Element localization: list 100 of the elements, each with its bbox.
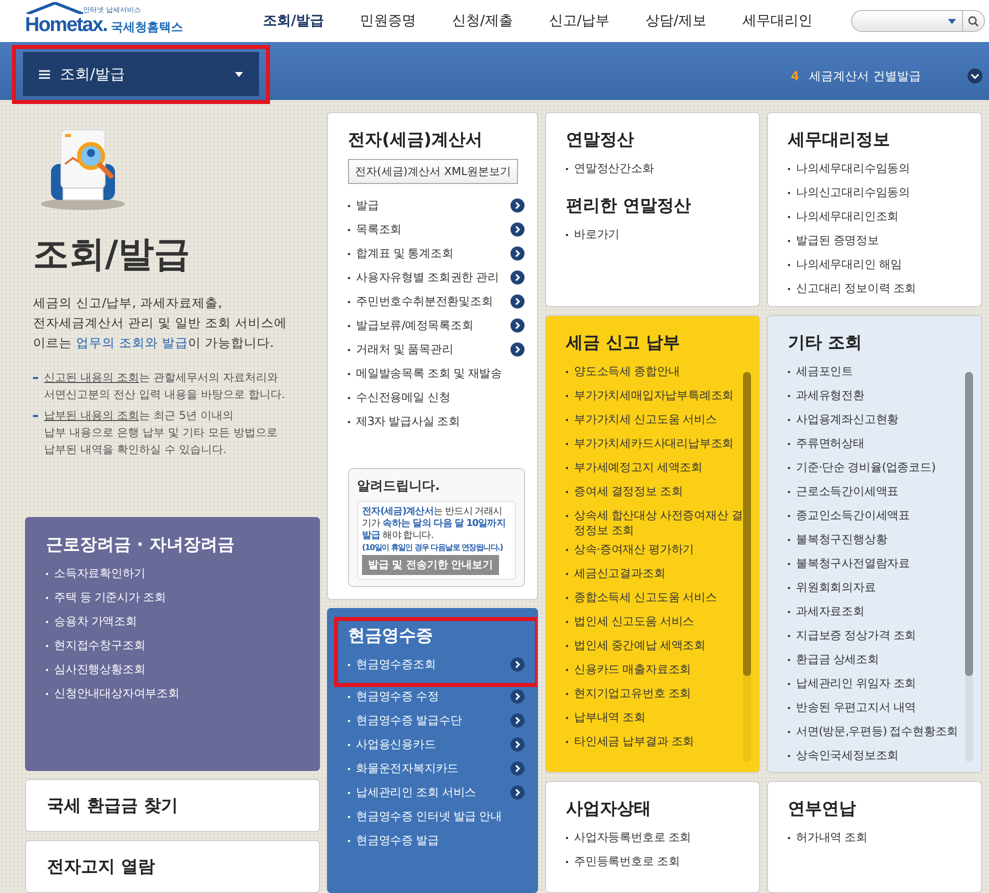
- menu-item[interactable]: 법인세 신고도움 서비스: [566, 610, 747, 634]
- menu-item[interactable]: 사용자유형별 조회권한 관리: [348, 266, 525, 290]
- menu-item[interactable]: 승용차 가액조회: [46, 610, 307, 634]
- menu-item[interactable]: 합계표 및 통계조회: [348, 242, 525, 266]
- menu-item[interactable]: 부가세예정고지 세액조회: [566, 456, 747, 480]
- menu-item[interactable]: 수신전용메일 신청: [348, 386, 525, 410]
- menu-item[interactable]: 발급보류/예정목록조회: [348, 314, 525, 338]
- nav-tab[interactable]: 민원증명: [342, 12, 434, 30]
- chevron-circle-icon: [510, 198, 525, 213]
- menu-item[interactable]: 사업용신용카드: [348, 733, 525, 757]
- menu-item[interactable]: 불복청구진행상황: [788, 528, 969, 552]
- card-title: 근로장려금 · 자녀장려금: [46, 534, 236, 556]
- menu-item[interactable]: 발급: [348, 194, 525, 218]
- menu-item[interactable]: 주택 등 기준시가 조회: [46, 586, 307, 610]
- menu-item[interactable]: 부가가치세 신고도움 서비스: [566, 408, 747, 432]
- menu-item[interactable]: 거래처 및 품목관리: [348, 338, 525, 362]
- menu-item[interactable]: 종합소득세 신고도움 서비스: [566, 586, 747, 610]
- card-title: 기타 조회: [788, 332, 863, 354]
- menu-item[interactable]: 나의신고대리수임동의: [788, 181, 969, 205]
- menu-item[interactable]: 심사진행상황조회: [46, 658, 307, 682]
- menu-icon: [39, 70, 50, 78]
- link-card[interactable]: 국세 환급금 찾기: [25, 779, 320, 832]
- notice-note: (10일이 휴일인 경우 다음날로 연장됩니다.): [362, 542, 504, 553]
- chevron-circle-icon: [510, 246, 525, 261]
- menu-item[interactable]: 반송된 우편고지서 내역: [788, 696, 969, 720]
- menu-item[interactable]: 바로가기: [566, 223, 747, 247]
- menu-item[interactable]: 상속인국세정보조회: [788, 744, 969, 768]
- link-card[interactable]: 전자고지 열람: [25, 840, 320, 893]
- chevron-circle-icon: [510, 270, 525, 285]
- menu-item[interactable]: 신청안내대상자여부조회: [46, 682, 307, 706]
- menu-item[interactable]: 납세관리인 조회 서비스: [348, 781, 525, 805]
- menu-item[interactable]: 부가가치세매입자납부특례조회: [566, 384, 747, 408]
- chevron-circle-icon: [510, 318, 525, 333]
- menu-item[interactable]: 목록조회: [348, 218, 525, 242]
- menu-item[interactable]: 서면(방문,우편등) 접수현황조회: [788, 720, 969, 744]
- menu-item[interactable]: 메일발송목록 조회 및 재발송: [348, 362, 525, 386]
- menu-dropdown[interactable]: 조회/발급: [23, 52, 259, 96]
- nav-tab[interactable]: 신고/납부: [530, 12, 628, 30]
- menu-item[interactable]: 연말정산간소화: [566, 157, 747, 181]
- menu-item[interactable]: 나의세무대리인조회: [788, 205, 969, 229]
- card-title: 사업자상태: [566, 798, 652, 820]
- chevron-circle-icon: [510, 294, 525, 309]
- menu-item[interactable]: 나의세무대리수임동의: [788, 157, 969, 181]
- menu-item[interactable]: 상속세 합산대상 사전증여재산 결정정보 조회: [566, 504, 747, 538]
- menu-item[interactable]: 화물운전자복지카드: [348, 757, 525, 781]
- menu-item[interactable]: 납세관리인 위임자 조회: [788, 672, 969, 696]
- search-field[interactable]: [851, 10, 985, 32]
- menu-item[interactable]: 근로소득간이세액표: [788, 480, 969, 504]
- menu-item[interactable]: 현금영수증 수정: [348, 685, 525, 709]
- nav-tab[interactable]: 신청/제출: [434, 12, 531, 30]
- menu-item[interactable]: 과세유형전환: [788, 384, 969, 408]
- menu-item[interactable]: 납부내역 조회: [566, 706, 747, 730]
- menu-item[interactable]: 세금신고결과조회: [566, 562, 747, 586]
- menu-item[interactable]: 현금영수증 인터넷 발급 안내: [348, 805, 525, 829]
- menu-item[interactable]: 주류면허상태: [788, 432, 969, 456]
- nav-tab[interactable]: 세무대리인: [724, 12, 830, 30]
- menu-item[interactable]: 불복청구사전열람자료: [788, 552, 969, 576]
- xml-view-button[interactable]: 전자(세금)계산서 XML원본보기: [348, 159, 518, 184]
- menu-item[interactable]: 현지기업고유번호 조회: [566, 682, 747, 706]
- menu-item[interactable]: 증여세 결정정보 조회: [566, 480, 747, 504]
- nav-tab[interactable]: 상담/제보: [628, 12, 724, 30]
- menu-item[interactable]: 사업용계좌신고현황: [788, 408, 969, 432]
- menu-item[interactable]: 법인세 중간예납 세액조회: [566, 634, 747, 658]
- menu-item[interactable]: 과세자료조회: [788, 600, 969, 624]
- menu-item[interactable]: 현지접수창구조회: [46, 634, 307, 658]
- menu-item[interactable]: 부가가치세카드사대리납부조회: [566, 432, 747, 456]
- chevron-circle-icon: [510, 222, 525, 237]
- menu-item[interactable]: 상속·증여재산 평가하기: [566, 538, 747, 562]
- menu-item[interactable]: 현금영수증 발급수단: [348, 709, 525, 733]
- menu-item[interactable]: 신고대리 정보이력 조회: [788, 277, 969, 301]
- chevron-down-circle-icon[interactable]: [967, 68, 983, 84]
- menu-item[interactable]: 환급금 상세조회: [788, 648, 969, 672]
- menu-item[interactable]: 종교인소득간이세액표: [788, 504, 969, 528]
- menu-item[interactable]: 허가내역 조회: [788, 826, 969, 850]
- menu-item[interactable]: 소득자료확인하기: [46, 562, 307, 586]
- menu-item[interactable]: 나의세무대리인 해임: [788, 253, 969, 277]
- nav-tab[interactable]: 조회/발급: [245, 12, 342, 30]
- scrollbar[interactable]: [965, 372, 973, 762]
- card-title: 세무대리정보: [788, 129, 891, 151]
- menu-item[interactable]: 제3자 발급사실 조회: [348, 410, 525, 434]
- notice-text: 전자(세금)계산서는 반드시 거래시기가 속하는 달의 다음 달 10일까지 발급 해야 합니다.: [362, 506, 506, 542]
- scrollbar[interactable]: [743, 372, 751, 762]
- menu-item[interactable]: 신용카드 매출자료조회: [566, 658, 747, 682]
- chevron-circle-icon: [510, 342, 525, 357]
- menu-item[interactable]: 현금영수증조회: [348, 653, 525, 677]
- notice-link[interactable]: 세금계산서 건별발급: [809, 68, 921, 84]
- menu-item[interactable]: 발급된 증명정보: [788, 229, 969, 253]
- menu-item[interactable]: 주민등록번호로 조회: [566, 850, 747, 874]
- intro-note: 신고된 내용의 조회는 관할세무서의 자료처리와 서면신고분의 전산 입력 내용을 바탕으로 합니다.: [44, 370, 285, 403]
- search-icon: [968, 16, 979, 26]
- menu-item[interactable]: 사업자등록번호로 조회: [566, 826, 747, 850]
- menu-item[interactable]: 세금포인트: [788, 360, 969, 384]
- menu-item[interactable]: 현금영수증 발급: [348, 829, 525, 853]
- menu-item[interactable]: 양도소득세 종합안내: [566, 360, 747, 384]
- menu-item[interactable]: 기준·단순 경비율(업종코드): [788, 456, 969, 480]
- menu-item[interactable]: 위원회회의자료: [788, 576, 969, 600]
- menu-item[interactable]: 지급보증 정상가격 조회: [788, 624, 969, 648]
- menu-item[interactable]: 주민번호수취분전환및조회: [348, 290, 525, 314]
- menu-item[interactable]: 타인세금 납부결과 조회: [566, 730, 747, 754]
- card-title: 연부연납: [788, 798, 857, 820]
